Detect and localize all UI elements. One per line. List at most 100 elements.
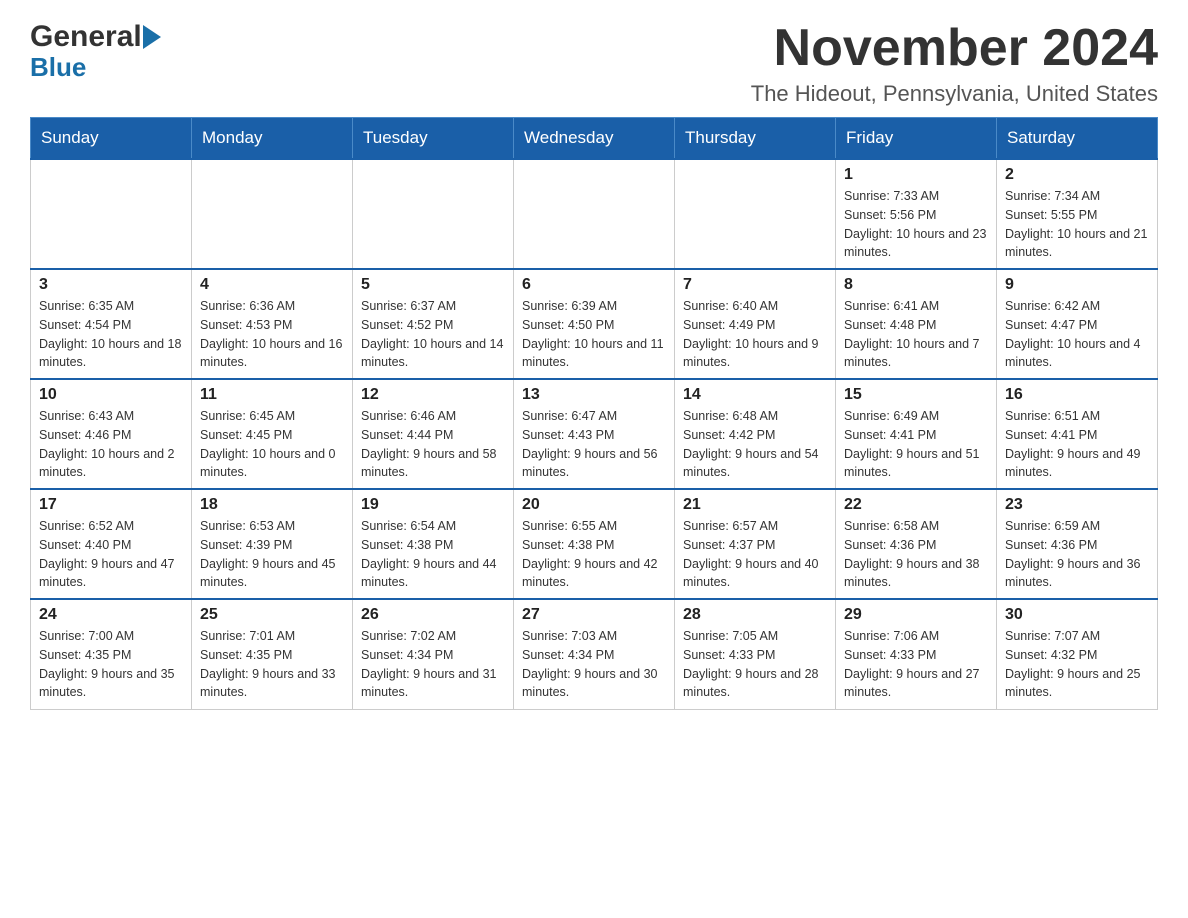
weekday-header: Tuesday [353, 118, 514, 160]
header: General Blue November 2024 The Hideout, … [30, 20, 1158, 107]
day-info: Sunrise: 6:39 AMSunset: 4:50 PMDaylight:… [522, 297, 666, 372]
calendar-cell: 20 Sunrise: 6:55 AMSunset: 4:38 PMDayligh… [514, 489, 675, 599]
day-number: 19 [361, 496, 505, 514]
calendar-cell: 10 Sunrise: 6:43 AMSunset: 4:46 PMDayligh… [31, 379, 192, 489]
calendar-cell: 2 Sunrise: 7:34 AMSunset: 5:55 PMDaylight… [997, 159, 1158, 269]
day-number: 29 [844, 606, 988, 624]
calendar-cell: 25 Sunrise: 7:01 AMSunset: 4:35 PMDayligh… [192, 599, 353, 709]
day-info: Sunrise: 6:57 AMSunset: 4:37 PMDaylight:… [683, 517, 827, 592]
calendar-cell: 30 Sunrise: 7:07 AMSunset: 4:32 PMDayligh… [997, 599, 1158, 709]
calendar-week-row: 24Sunrise: 7:00 AMSunset: 4:35 PMDayligh… [31, 599, 1158, 709]
day-info: Sunrise: 6:40 AMSunset: 4:49 PMDaylight:… [683, 297, 827, 372]
day-info: Sunrise: 7:05 AMSunset: 4:33 PMDaylight:… [683, 627, 827, 702]
calendar-cell: 21 Sunrise: 6:57 AMSunset: 4:37 PMDayligh… [675, 489, 836, 599]
calendar-cell [514, 159, 675, 269]
weekday-header-row: SundayMondayTuesdayWednesdayThursdayFrid… [31, 118, 1158, 160]
day-info: Sunrise: 7:34 AMSunset: 5:55 PMDaylight:… [1005, 187, 1149, 262]
day-number: 3 [39, 276, 183, 294]
day-info: Sunrise: 6:48 AMSunset: 4:42 PMDaylight:… [683, 407, 827, 482]
day-number: 13 [522, 386, 666, 404]
day-info: Sunrise: 6:43 AMSunset: 4:46 PMDaylight:… [39, 407, 183, 482]
day-info: Sunrise: 6:46 AMSunset: 4:44 PMDaylight:… [361, 407, 505, 482]
calendar-week-row: 1 Sunrise: 7:33 AMSunset: 5:56 PMDaylight… [31, 159, 1158, 269]
day-info: Sunrise: 6:42 AMSunset: 4:47 PMDaylight:… [1005, 297, 1149, 372]
weekday-header: Thursday [675, 118, 836, 160]
day-number: 22 [844, 496, 988, 514]
calendar-cell [353, 159, 514, 269]
day-number: 6 [522, 276, 666, 294]
day-number: 21 [683, 496, 827, 514]
day-info: Sunrise: 6:59 AMSunset: 4:36 PMDaylight:… [1005, 517, 1149, 592]
calendar-cell [31, 159, 192, 269]
day-number: 2 [1005, 166, 1149, 184]
logo-triangle-icon [143, 25, 161, 49]
day-info: Sunrise: 6:49 AMSunset: 4:41 PMDaylight:… [844, 407, 988, 482]
day-number: 14 [683, 386, 827, 404]
day-number: 30 [1005, 606, 1149, 624]
day-info: Sunrise: 6:35 AMSunset: 4:54 PMDaylight:… [39, 297, 183, 372]
logo-area: General Blue [30, 20, 162, 83]
day-number: 27 [522, 606, 666, 624]
day-number: 12 [361, 386, 505, 404]
day-number: 4 [200, 276, 344, 294]
day-number: 18 [200, 496, 344, 514]
calendar-cell: 4 Sunrise: 6:36 AMSunset: 4:53 PMDaylight… [192, 269, 353, 379]
calendar-cell: 6 Sunrise: 6:39 AMSunset: 4:50 PMDaylight… [514, 269, 675, 379]
calendar-cell: 11 Sunrise: 6:45 AMSunset: 4:45 PMDayligh… [192, 379, 353, 489]
calendar-cell: 16 Sunrise: 6:51 AMSunset: 4:41 PMDayligh… [997, 379, 1158, 489]
day-number: 15 [844, 386, 988, 404]
day-number: 23 [1005, 496, 1149, 514]
day-info: Sunrise: 7:06 AMSunset: 4:33 PMDaylight:… [844, 627, 988, 702]
day-number: 28 [683, 606, 827, 624]
day-number: 11 [200, 386, 344, 404]
weekday-header: Sunday [31, 118, 192, 160]
calendar-cell: 29 Sunrise: 7:06 AMSunset: 4:33 PMDayligh… [836, 599, 997, 709]
day-info: Sunrise: 6:51 AMSunset: 4:41 PMDaylight:… [1005, 407, 1149, 482]
calendar-cell: 17Sunrise: 6:52 AMSunset: 4:40 PMDayligh… [31, 489, 192, 599]
calendar-cell: 8Sunrise: 6:41 AMSunset: 4:48 PMDaylight… [836, 269, 997, 379]
day-number: 7 [683, 276, 827, 294]
logo-blue-text: Blue [30, 52, 86, 83]
calendar-cell: 7 Sunrise: 6:40 AMSunset: 4:49 PMDaylight… [675, 269, 836, 379]
calendar-cell [192, 159, 353, 269]
day-number: 1 [844, 166, 988, 184]
calendar-week-row: 10 Sunrise: 6:43 AMSunset: 4:46 PMDayligh… [31, 379, 1158, 489]
day-number: 25 [200, 606, 344, 624]
day-number: 10 [39, 386, 183, 404]
day-info: Sunrise: 6:37 AMSunset: 4:52 PMDaylight:… [361, 297, 505, 372]
day-number: 26 [361, 606, 505, 624]
day-info: Sunrise: 7:33 AMSunset: 5:56 PMDaylight:… [844, 187, 988, 262]
calendar-cell: 23 Sunrise: 6:59 AMSunset: 4:36 PMDayligh… [997, 489, 1158, 599]
calendar-cell: 26Sunrise: 7:02 AMSunset: 4:34 PMDayligh… [353, 599, 514, 709]
day-number: 9 [1005, 276, 1149, 294]
day-info: Sunrise: 7:01 AMSunset: 4:35 PMDaylight:… [200, 627, 344, 702]
day-info: Sunrise: 7:03 AMSunset: 4:34 PMDaylight:… [522, 627, 666, 702]
calendar-cell: 19Sunrise: 6:54 AMSunset: 4:38 PMDayligh… [353, 489, 514, 599]
day-info: Sunrise: 6:36 AMSunset: 4:53 PMDaylight:… [200, 297, 344, 372]
calendar-cell: 14 Sunrise: 6:48 AMSunset: 4:42 PMDayligh… [675, 379, 836, 489]
page-subtitle: The Hideout, Pennsylvania, United States [751, 81, 1158, 107]
calendar-week-row: 3 Sunrise: 6:35 AMSunset: 4:54 PMDaylight… [31, 269, 1158, 379]
weekday-header: Wednesday [514, 118, 675, 160]
title-area: November 2024 The Hideout, Pennsylvania,… [751, 20, 1158, 107]
page-title: November 2024 [751, 20, 1158, 77]
calendar-cell: 15 Sunrise: 6:49 AMSunset: 4:41 PMDayligh… [836, 379, 997, 489]
calendar-week-row: 17Sunrise: 6:52 AMSunset: 4:40 PMDayligh… [31, 489, 1158, 599]
calendar-cell: 3 Sunrise: 6:35 AMSunset: 4:54 PMDaylight… [31, 269, 192, 379]
day-number: 16 [1005, 386, 1149, 404]
calendar-cell: 12 Sunrise: 6:46 AMSunset: 4:44 PMDayligh… [353, 379, 514, 489]
calendar-table: SundayMondayTuesdayWednesdayThursdayFrid… [30, 117, 1158, 710]
day-info: Sunrise: 6:47 AMSunset: 4:43 PMDaylight:… [522, 407, 666, 482]
weekday-header: Friday [836, 118, 997, 160]
calendar-cell: 24Sunrise: 7:00 AMSunset: 4:35 PMDayligh… [31, 599, 192, 709]
day-info: Sunrise: 6:45 AMSunset: 4:45 PMDaylight:… [200, 407, 344, 482]
calendar-cell: 5Sunrise: 6:37 AMSunset: 4:52 PMDaylight… [353, 269, 514, 379]
logo: General [30, 20, 162, 54]
weekday-header: Monday [192, 118, 353, 160]
day-info: Sunrise: 7:07 AMSunset: 4:32 PMDaylight:… [1005, 627, 1149, 702]
day-info: Sunrise: 6:52 AMSunset: 4:40 PMDaylight:… [39, 517, 183, 592]
day-info: Sunrise: 6:55 AMSunset: 4:38 PMDaylight:… [522, 517, 666, 592]
calendar-cell: 1 Sunrise: 7:33 AMSunset: 5:56 PMDaylight… [836, 159, 997, 269]
day-number: 20 [522, 496, 666, 514]
day-number: 8 [844, 276, 988, 294]
